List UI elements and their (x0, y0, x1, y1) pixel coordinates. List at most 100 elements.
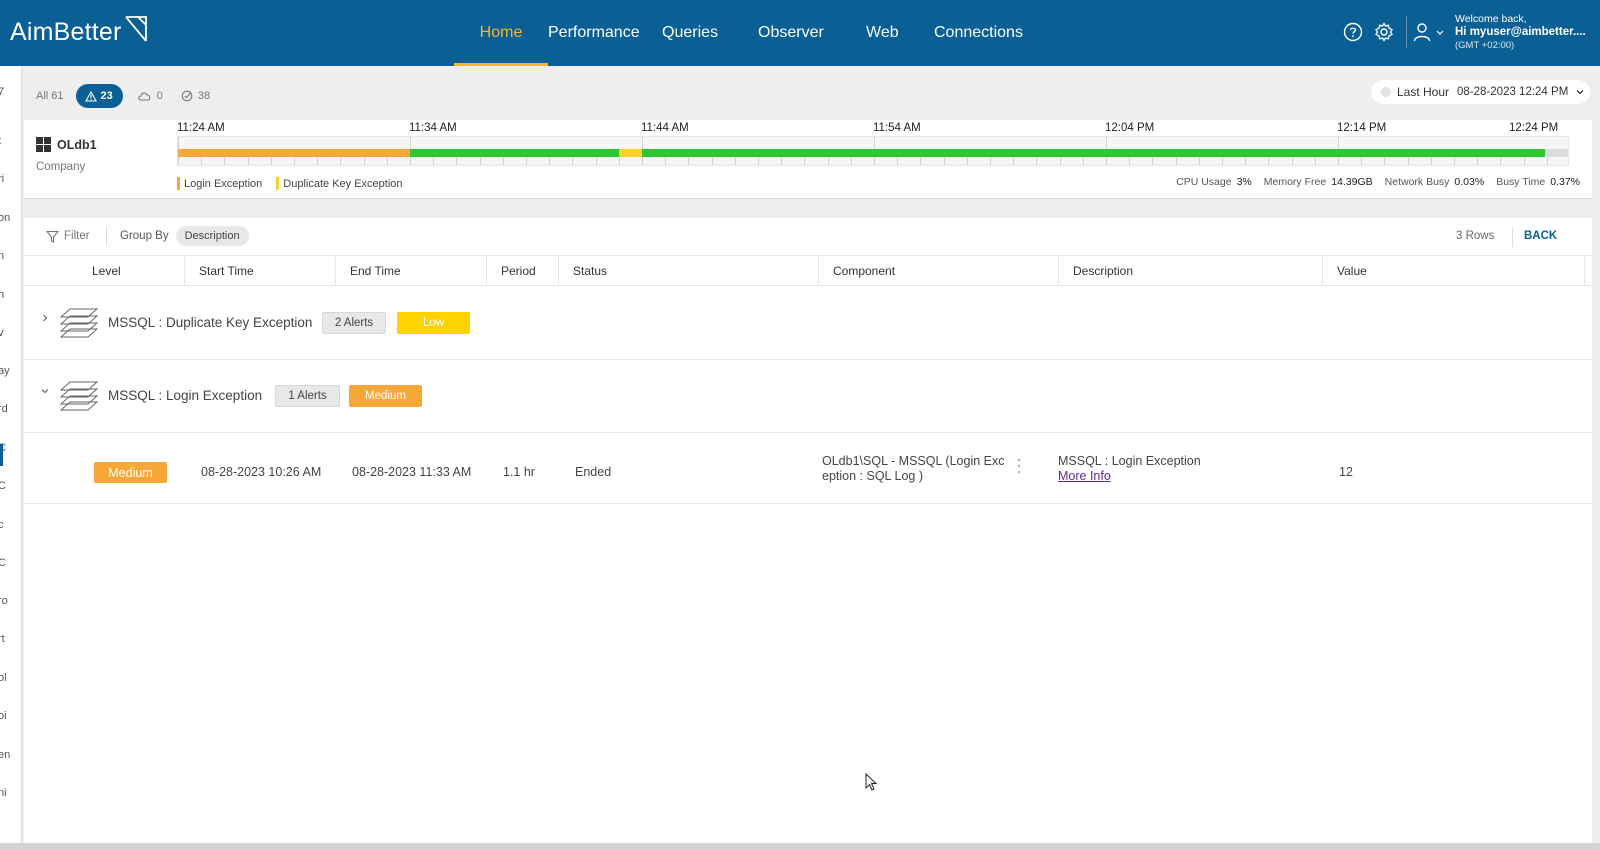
timeline-tick (990, 157, 991, 165)
settings-gear-icon[interactable] (1374, 20, 1394, 44)
user-menu-button[interactable] (1413, 20, 1445, 44)
legend-item-login-exception: Login Exception (177, 177, 262, 190)
table-row[interactable]: Medium 08-28-2023 10:26 AM 08-28-2023 11… (24, 433, 1592, 504)
sidebar-item[interactable]: c (0, 519, 4, 531)
sidebar-item[interactable]: ri (0, 173, 4, 185)
timeline-tick (1245, 157, 1247, 165)
toolbar-divider (1512, 227, 1513, 247)
timeline-tick (734, 157, 736, 165)
sidebar-item[interactable]: C (0, 442, 6, 454)
column-header-status[interactable]: Status (559, 256, 819, 286)
group-row-login-exception[interactable]: MSSQL : Login Exception 1 Alerts Medium (24, 360, 1592, 433)
nav-performance[interactable]: Performance (548, 0, 652, 66)
sidebar-item[interactable]: v (0, 327, 4, 339)
cell-start-time: 08-28-2023 10:26 AM (201, 465, 322, 479)
server-name[interactable]: OLdb1 (36, 137, 97, 152)
description-text: MSSQL : Login Exception (1058, 454, 1201, 468)
sidebar-item[interactable]: h (0, 289, 4, 301)
sidebar-item[interactable]: t (0, 135, 1, 147)
sidebar-item[interactable]: ol (0, 672, 7, 684)
aimbetter-logo[interactable]: AimBetter (10, 14, 150, 50)
filter-resolved[interactable]: 38 (181, 90, 210, 102)
timeline-tick (618, 157, 620, 165)
toolbar-divider (106, 226, 107, 246)
chevron-down-icon (1576, 90, 1584, 95)
sidebar-item[interactable]: en (0, 749, 10, 761)
help-icon[interactable] (1343, 20, 1363, 44)
timeline-tick (294, 157, 295, 165)
logo-mark-icon (124, 16, 147, 42)
chevron-down-icon[interactable] (40, 386, 50, 396)
timeline-tick (224, 157, 226, 165)
welcome-text: Welcome back, (1455, 13, 1527, 25)
timeline-tick (1268, 157, 1270, 165)
timeline-segment-duplicate-key[interactable] (619, 149, 642, 157)
column-header-level[interactable]: Level (24, 256, 185, 286)
group-row-duplicate-key[interactable]: MSSQL : Duplicate Key Exception 2 Alerts… (24, 287, 1592, 360)
sidebar-item[interactable]: ro (0, 595, 8, 607)
sidebar-item[interactable]: rt (0, 633, 5, 645)
timeline-tick (1477, 157, 1479, 165)
timeline-tick (1129, 157, 1131, 165)
alert-timeline[interactable] (177, 136, 1569, 166)
column-header-value[interactable]: Value (1323, 256, 1585, 286)
column-header-period[interactable]: Period (487, 256, 559, 286)
stacked-layers-icon (60, 308, 98, 338)
timeline-tick (549, 157, 551, 165)
stat-value: 0.03% (1454, 176, 1485, 188)
timeline-segment-ok[interactable] (642, 149, 1545, 157)
time-range-selector[interactable]: Last Hour 08-28-2023 12:24 PM (1371, 80, 1590, 104)
sidebar-item[interactable]: ay (0, 365, 10, 377)
filter-all[interactable]: All 61 (36, 90, 64, 102)
timeline-tick (850, 157, 852, 165)
timeline-segment-ok[interactable] (410, 149, 619, 157)
sidebar-item[interactable]: ni (0, 787, 7, 799)
back-button[interactable]: BACK (1524, 230, 1557, 242)
nav-web[interactable]: Web (866, 0, 934, 66)
column-header-end-time[interactable]: End Time (336, 256, 487, 286)
sidebar-item[interactable]: oi (0, 710, 7, 722)
filter-cloud[interactable]: 0 (137, 90, 163, 102)
sidebar-item[interactable]: on (0, 212, 10, 224)
group-alert-count: 2 Alerts (322, 312, 386, 334)
nav-connections[interactable]: Connections (934, 0, 1034, 66)
chevron-right-icon[interactable] (40, 313, 50, 323)
group-by-chip[interactable]: Description (175, 226, 249, 246)
sidebar-item[interactable]: rd (0, 403, 8, 415)
timeline-label: 11:44 AM (641, 122, 689, 134)
timeline-segment-nodata (1545, 149, 1568, 157)
kebab-menu-icon[interactable] (1016, 457, 1022, 475)
filter-button[interactable]: Filter (46, 224, 90, 248)
horizontal-scrollbar[interactable] (0, 843, 1600, 850)
table-toolbar: Filter Group By Description 3 Rows BACK (24, 218, 1592, 256)
legend-swatch (276, 177, 280, 190)
filter-label: Filter (64, 230, 90, 242)
column-header-start-time[interactable]: Start Time (185, 256, 336, 286)
timeline-tick (1059, 157, 1061, 165)
nav-queries[interactable]: Queries (662, 0, 742, 66)
more-info-link[interactable]: More Info (1058, 469, 1201, 484)
nav-observer[interactable]: Observer (758, 0, 866, 66)
resolved-count: 38 (197, 90, 211, 102)
timeline-segment-login-exception[interactable] (178, 149, 410, 157)
user-welcome[interactable]: Welcome back, Hi myuser@aimbetter.... (G… (1455, 13, 1586, 52)
stat-memory: Memory Free 14.39GB (1264, 176, 1373, 188)
group-by-label: Group By (120, 230, 169, 242)
timeline-label: 12:24 PM (1509, 122, 1559, 134)
nav-home[interactable]: Home (454, 0, 548, 66)
column-header-description[interactable]: Description (1059, 256, 1323, 286)
timeline-tick (526, 157, 527, 165)
filter-alerts[interactable]: 23 (75, 84, 123, 108)
sidebar-item[interactable]: C (0, 557, 6, 569)
column-header-component[interactable]: Component (819, 256, 1059, 286)
group-by-control: Group By Description (120, 224, 249, 248)
timeline-label: 11:34 AM (409, 122, 457, 134)
timeline-tick (781, 157, 783, 165)
timeline-tick (1152, 157, 1154, 165)
sidebar-item[interactable]: n (0, 250, 4, 262)
filter-funnel-icon (46, 230, 59, 243)
timeline-tick (1361, 157, 1363, 165)
logo-text: AimBetter (10, 17, 122, 46)
sidebar-item[interactable]: C (0, 480, 6, 492)
sidebar-item[interactable]: 7 (0, 86, 4, 98)
